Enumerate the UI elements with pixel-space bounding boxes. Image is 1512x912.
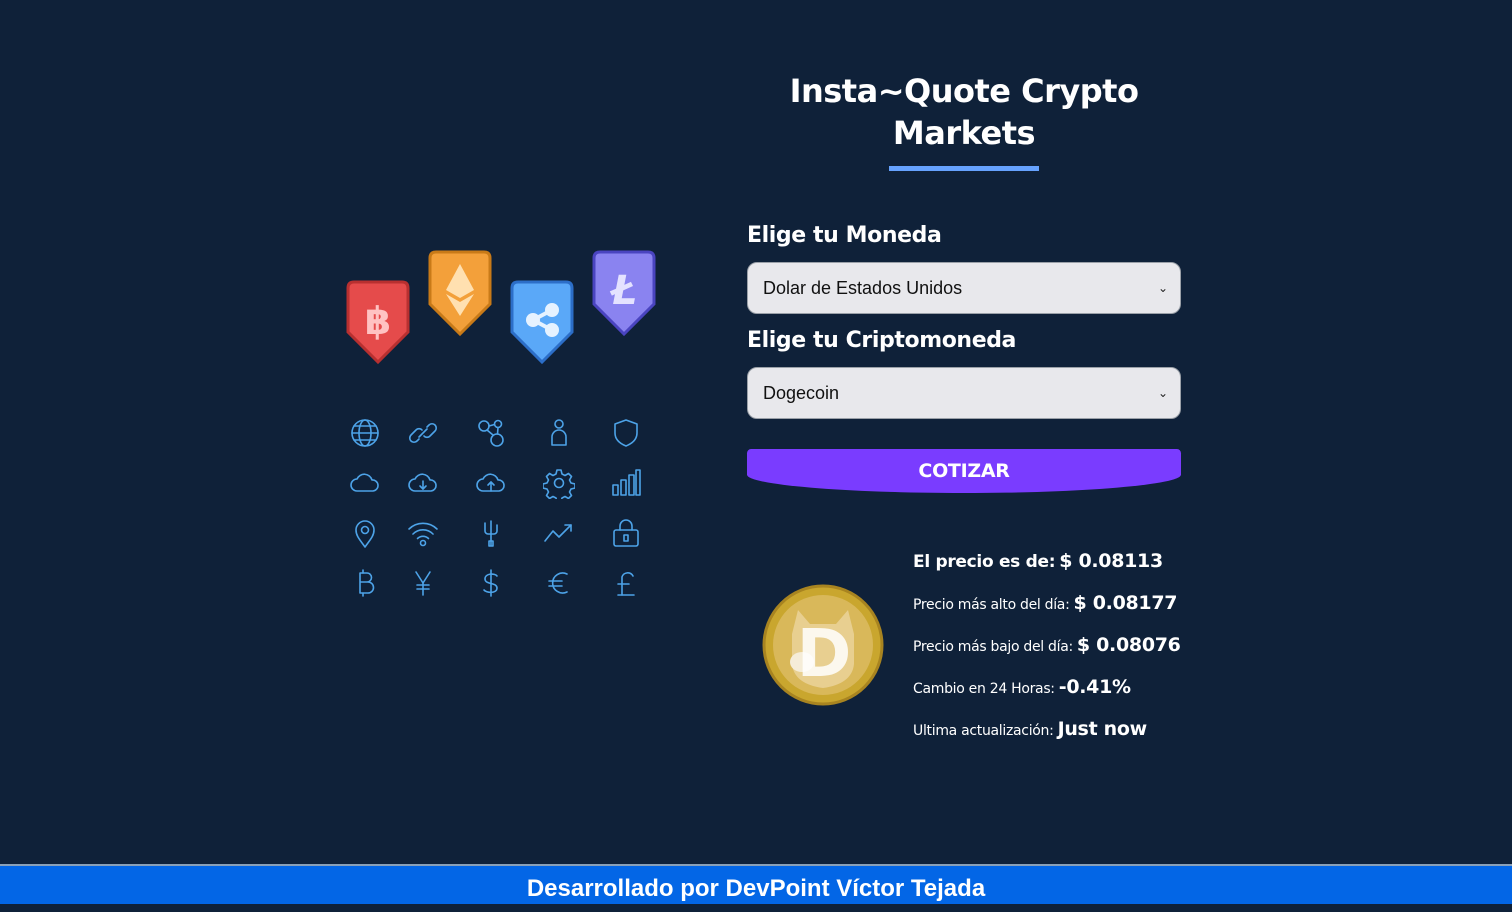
yen-icon bbox=[415, 571, 432, 596]
cloud-download-icon bbox=[408, 473, 438, 492]
litecoin-badge-icon: Ł bbox=[592, 250, 656, 337]
currency-select[interactable]: Dolar de Estados Unidos ⌄ bbox=[747, 262, 1181, 314]
price-row: El precio es de: $ 0.08113 bbox=[913, 550, 1181, 590]
change-label: Cambio en 24 Horas: bbox=[913, 681, 1055, 697]
currency-select-value: Dolar de Estados Unidos bbox=[763, 277, 963, 298]
change-value: -0.41% bbox=[1058, 676, 1131, 698]
quote-panel: Insta~Quote Crypto Markets Elige tu Mone… bbox=[747, 70, 1181, 493]
high-label: Precio más alto del día: bbox=[913, 597, 1070, 613]
change-row: Cambio en 24 Horas: -0.41% bbox=[913, 676, 1181, 716]
footer: Desarrollado por DevPoint Víctor Tejada bbox=[0, 864, 1512, 904]
svg-text:฿: ฿ bbox=[365, 299, 391, 343]
low-value: $ 0.08076 bbox=[1076, 634, 1181, 656]
low-row: Precio más bajo del día: $ 0.08076 bbox=[913, 634, 1181, 674]
crypto-badges: ฿ Ł bbox=[346, 250, 656, 365]
gear-icon bbox=[542, 469, 575, 499]
ethereum-badge-icon bbox=[428, 250, 492, 337]
svg-text:Ł: Ł bbox=[610, 268, 637, 314]
bitcoin-badge-icon: ฿ bbox=[346, 280, 410, 365]
wifi-icon bbox=[408, 522, 439, 547]
page-title: Insta~Quote Crypto Markets bbox=[789, 72, 1139, 152]
high-row: Precio más alto del día: $ 0.08177 bbox=[913, 592, 1181, 632]
euro-icon bbox=[547, 572, 568, 594]
low-label: Precio más bajo del día: bbox=[913, 639, 1073, 655]
crypto-select-value: Dogecoin bbox=[763, 382, 840, 403]
network-icon bbox=[478, 419, 504, 447]
updated-value: Just now bbox=[1057, 718, 1148, 740]
usb-icon bbox=[484, 520, 498, 547]
dogecoin-logo-icon: D bbox=[762, 584, 884, 706]
result-lines: El precio es de: $ 0.08113 Precio más al… bbox=[913, 550, 1181, 758]
user-icon bbox=[550, 419, 567, 446]
cotizar-button[interactable]: COTIZAR bbox=[747, 449, 1181, 493]
high-value: $ 0.08177 bbox=[1073, 592, 1178, 614]
link-icon bbox=[409, 422, 438, 444]
crypto-illustration: ฿ Ł bbox=[340, 248, 660, 608]
currency-label: Elige tu Moneda bbox=[747, 223, 942, 248]
dollar-icon bbox=[483, 569, 498, 597]
shield-icon bbox=[614, 419, 639, 447]
updated-label: Ultima actualización: bbox=[913, 723, 1054, 739]
bar-chart-icon bbox=[612, 469, 642, 496]
cloud-upload-icon bbox=[476, 473, 505, 492]
price-label: El precio es de: bbox=[913, 552, 1056, 572]
lock-icon bbox=[613, 519, 640, 547]
chevron-down-icon: ⌄ bbox=[1157, 281, 1168, 295]
price-value: $ 0.08113 bbox=[1059, 550, 1163, 572]
svg-text:D: D bbox=[797, 615, 852, 692]
globe-icon bbox=[351, 419, 379, 447]
updated-row: Ultima actualización: Just now bbox=[913, 718, 1181, 758]
location-pin-icon bbox=[355, 520, 375, 548]
trend-up-icon bbox=[543, 524, 572, 542]
chevron-down-icon: ⌄ bbox=[1157, 386, 1168, 400]
crypto-label: Elige tu Criptomoneda bbox=[747, 328, 1017, 353]
bitcoin-icon bbox=[359, 569, 375, 597]
crypto-select[interactable]: Dogecoin ⌄ bbox=[747, 367, 1181, 419]
cloud-icon bbox=[350, 473, 379, 492]
title-underline bbox=[889, 166, 1039, 171]
pound-icon bbox=[617, 572, 636, 596]
ripple-badge-icon bbox=[510, 280, 574, 365]
quote-result: D El precio es de: $ 0.08113 Precio más … bbox=[760, 550, 1200, 750]
icon-grid bbox=[340, 408, 660, 608]
